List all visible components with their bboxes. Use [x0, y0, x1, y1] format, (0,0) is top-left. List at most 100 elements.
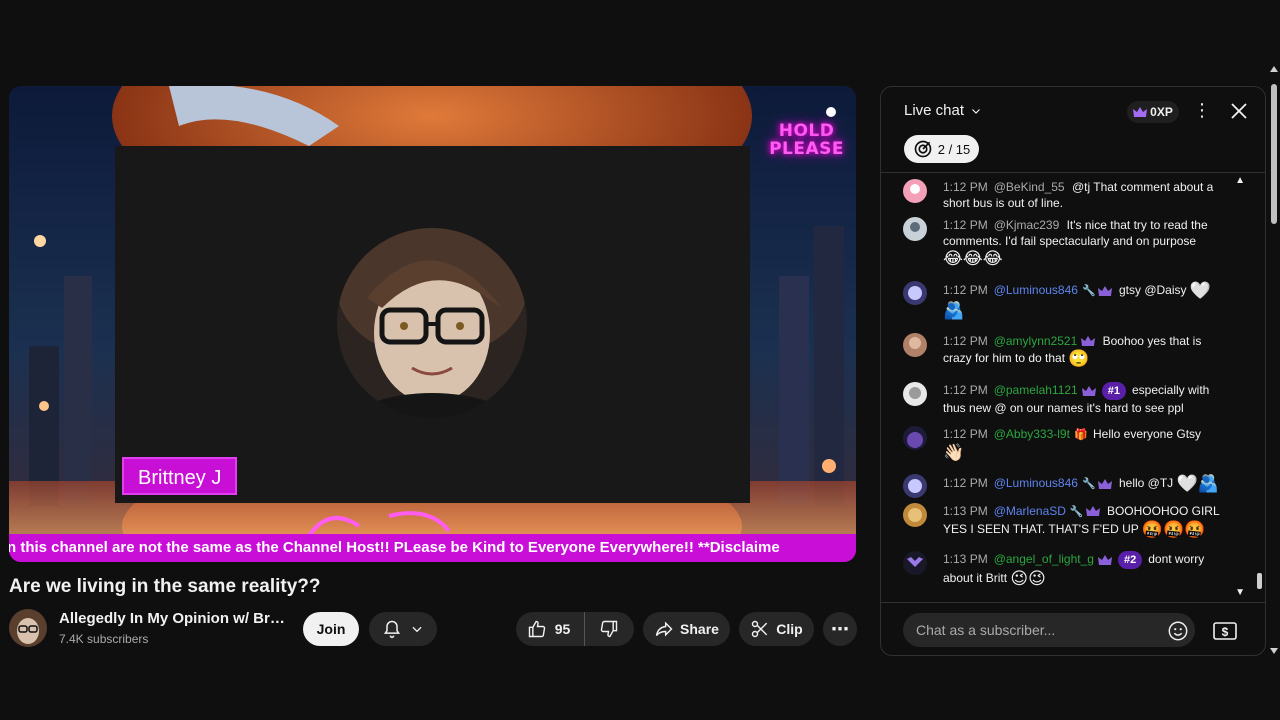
money-icon[interactable]: $	[1210, 619, 1240, 643]
chat-scroll-down-arrow[interactable]: ▼	[1235, 587, 1245, 598]
chat-progress-pill[interactable]: 2 / 15	[904, 135, 979, 163]
message-author[interactable]: @Luminous846	[994, 476, 1078, 490]
more-vert-icon: ⋮	[1193, 100, 1211, 120]
crown-icon	[1081, 385, 1096, 396]
chat-input-bar: Chat as a subscriber... $	[881, 602, 1265, 655]
chat-menu-button[interactable]: ⋮	[1193, 100, 1211, 121]
hold-please-sign: HOLD PLEASE	[769, 122, 844, 158]
like-count: 95	[554, 621, 571, 637]
page-scrollbar[interactable]	[1268, 60, 1280, 660]
user-avatar[interactable]	[903, 333, 927, 357]
user-avatar[interactable]	[903, 551, 927, 575]
message-author[interactable]: @MarlenaSD	[994, 504, 1066, 518]
chevron-down-icon	[972, 108, 980, 114]
chat-scrollbar-thumb[interactable]	[1257, 573, 1262, 589]
user-avatar[interactable]	[903, 382, 927, 406]
emoji-hug-icon: 🫂	[943, 301, 965, 320]
notification-button[interactable]	[369, 612, 437, 646]
user-avatar[interactable]	[903, 281, 927, 305]
like-button[interactable]: 95	[517, 612, 586, 646]
message-author[interactable]: @Luminous846	[994, 283, 1078, 297]
message-time: 1:12 PM	[943, 180, 988, 194]
moderator-wrench-icon: 🔧	[1081, 478, 1096, 491]
clip-label: Clip	[776, 621, 803, 637]
channel-avatar[interactable]	[9, 609, 47, 647]
chat-header: Live chat 0XP ⋮ 2 / 15	[881, 87, 1265, 173]
chat-message: 1:12 PM @pamelah1121 #1 especially with thu…	[903, 382, 1233, 416]
chat-message: 1:12 PM @Luminous846 🔧 hello @TJ 🤍🫂	[903, 474, 1233, 498]
message-time: 1:12 PM	[943, 383, 988, 398]
host-stage: Brittney J	[115, 146, 750, 503]
share-icon	[655, 621, 673, 637]
share-button[interactable]: Share	[643, 612, 730, 646]
more-icon: ⋯	[831, 618, 849, 639]
message-author[interactable]: @angel_of_light_g	[994, 552, 1094, 566]
join-button[interactable]: Join	[303, 612, 359, 646]
message-author[interactable]: @pamelah1121	[994, 383, 1078, 397]
video-title: Are we living in the same reality??	[9, 576, 321, 597]
scissors-icon	[752, 620, 768, 638]
emoji-eyeroll-icon: 🙄	[1068, 349, 1090, 368]
message-author[interactable]: @amylynn2521	[994, 334, 1078, 348]
dislike-button[interactable]	[585, 612, 633, 646]
ticker-text: n this channel are not the same as the C…	[9, 539, 780, 556]
chat-mode-selector[interactable]: Live chat	[904, 102, 982, 119]
progress-text: 2 / 15	[937, 141, 971, 157]
channel-name[interactable]: Allegedly In My Opinion w/ Brit…	[59, 610, 289, 627]
scrolling-ticker: n this channel are not the same as the C…	[9, 534, 856, 562]
emoji-wave-icon: 👋🏻	[943, 443, 965, 462]
message-text: gtsy @Daisy	[1118, 283, 1187, 298]
leaderboard-rank-badge: #1	[1101, 382, 1126, 400]
chat-title: Live chat	[904, 102, 965, 119]
user-avatar[interactable]	[903, 426, 927, 450]
smiley-icon[interactable]	[1167, 620, 1189, 642]
crown-icon	[1081, 336, 1096, 347]
chat-message-list[interactable]: 1:12 PM @BeKind_55 @tj That comment about…	[881, 175, 1251, 601]
message-author[interactable]: @BeKind_55	[994, 180, 1065, 194]
share-label: Share	[680, 621, 719, 637]
badge-icon: 🎁	[1073, 429, 1088, 441]
chat-message: 1:13 PM @angel_of_light_g #2 dont worry abo…	[903, 551, 1233, 589]
host-avatar	[337, 228, 527, 418]
chat-message: 1:12 PM @BeKind_55 @tj That comment about…	[903, 179, 1233, 211]
moderator-wrench-icon: 🔧	[1069, 506, 1084, 518]
user-avatar[interactable]	[903, 503, 927, 527]
message-author[interactable]: @Kjmac239	[994, 218, 1060, 232]
video-player[interactable]: HOLD PLEASE Brittney J n this channel ar…	[9, 86, 856, 562]
user-avatar[interactable]	[903, 474, 927, 498]
more-actions-button[interactable]: ⋯	[823, 612, 857, 646]
crown-icon	[1085, 506, 1100, 517]
chat-input-field[interactable]: Chat as a subscriber...	[903, 613, 1195, 647]
please-text: PLEASE	[769, 139, 844, 159]
message-author[interactable]: @Abby333-l9t	[994, 427, 1070, 441]
hold-text: HOLD	[778, 121, 835, 141]
close-icon[interactable]	[1227, 99, 1251, 123]
message-time: 1:12 PM	[943, 218, 988, 232]
emoji-heart-icon: 🤍	[1189, 281, 1212, 300]
xp-badge[interactable]: 0XP	[1127, 101, 1179, 123]
chat-message: 1:12 PM @Kjmac239 It's nice that try to r…	[903, 217, 1233, 269]
chat-scroll-up-arrow[interactable]: ▲	[1235, 175, 1245, 186]
message-time: 1:13 PM	[943, 552, 988, 567]
emoji-heart-hug-icon: 🤍🫂	[1176, 474, 1219, 493]
chat-message: 1:12 PM @Luminous846 🔧 gtsy @Daisy 🤍 🫂	[903, 281, 1233, 321]
like-dislike-group: 95	[516, 612, 634, 646]
chat-message: 1:12 PM @amylynn2521 Boohoo yes that is c…	[903, 333, 1233, 369]
user-avatar[interactable]	[903, 179, 927, 203]
chat-message: 1:13 PM @MarlenaSD 🔧 BOOHOOHOO GIRL YES I …	[903, 503, 1233, 540]
user-avatar[interactable]	[903, 217, 927, 241]
message-time: 1:12 PM	[943, 334, 988, 348]
crown-icon	[1097, 285, 1112, 296]
host-name-tag: Brittney J	[122, 457, 238, 495]
thumbs-down-icon	[601, 620, 618, 638]
live-chat-panel: Live chat 0XP ⋮ 2 / 15 1:12 PM @BeKind_55…	[880, 86, 1266, 656]
chevron-down-icon	[412, 626, 422, 633]
xp-value: 0XP	[1150, 105, 1173, 119]
emoji-wink-icon: 😉😉	[1010, 569, 1046, 588]
crown-icon	[1133, 106, 1148, 117]
thumbs-up-icon	[528, 620, 545, 638]
subscriber-count: 7.4K subscribers	[59, 632, 149, 646]
chat-message: 1:12 PM @Abby333-l9t 🎁 Hello everyone Gtsy…	[903, 426, 1233, 463]
emoji-laugh-icon: 😂😂😂	[943, 249, 1003, 268]
clip-button[interactable]: Clip	[739, 612, 814, 646]
